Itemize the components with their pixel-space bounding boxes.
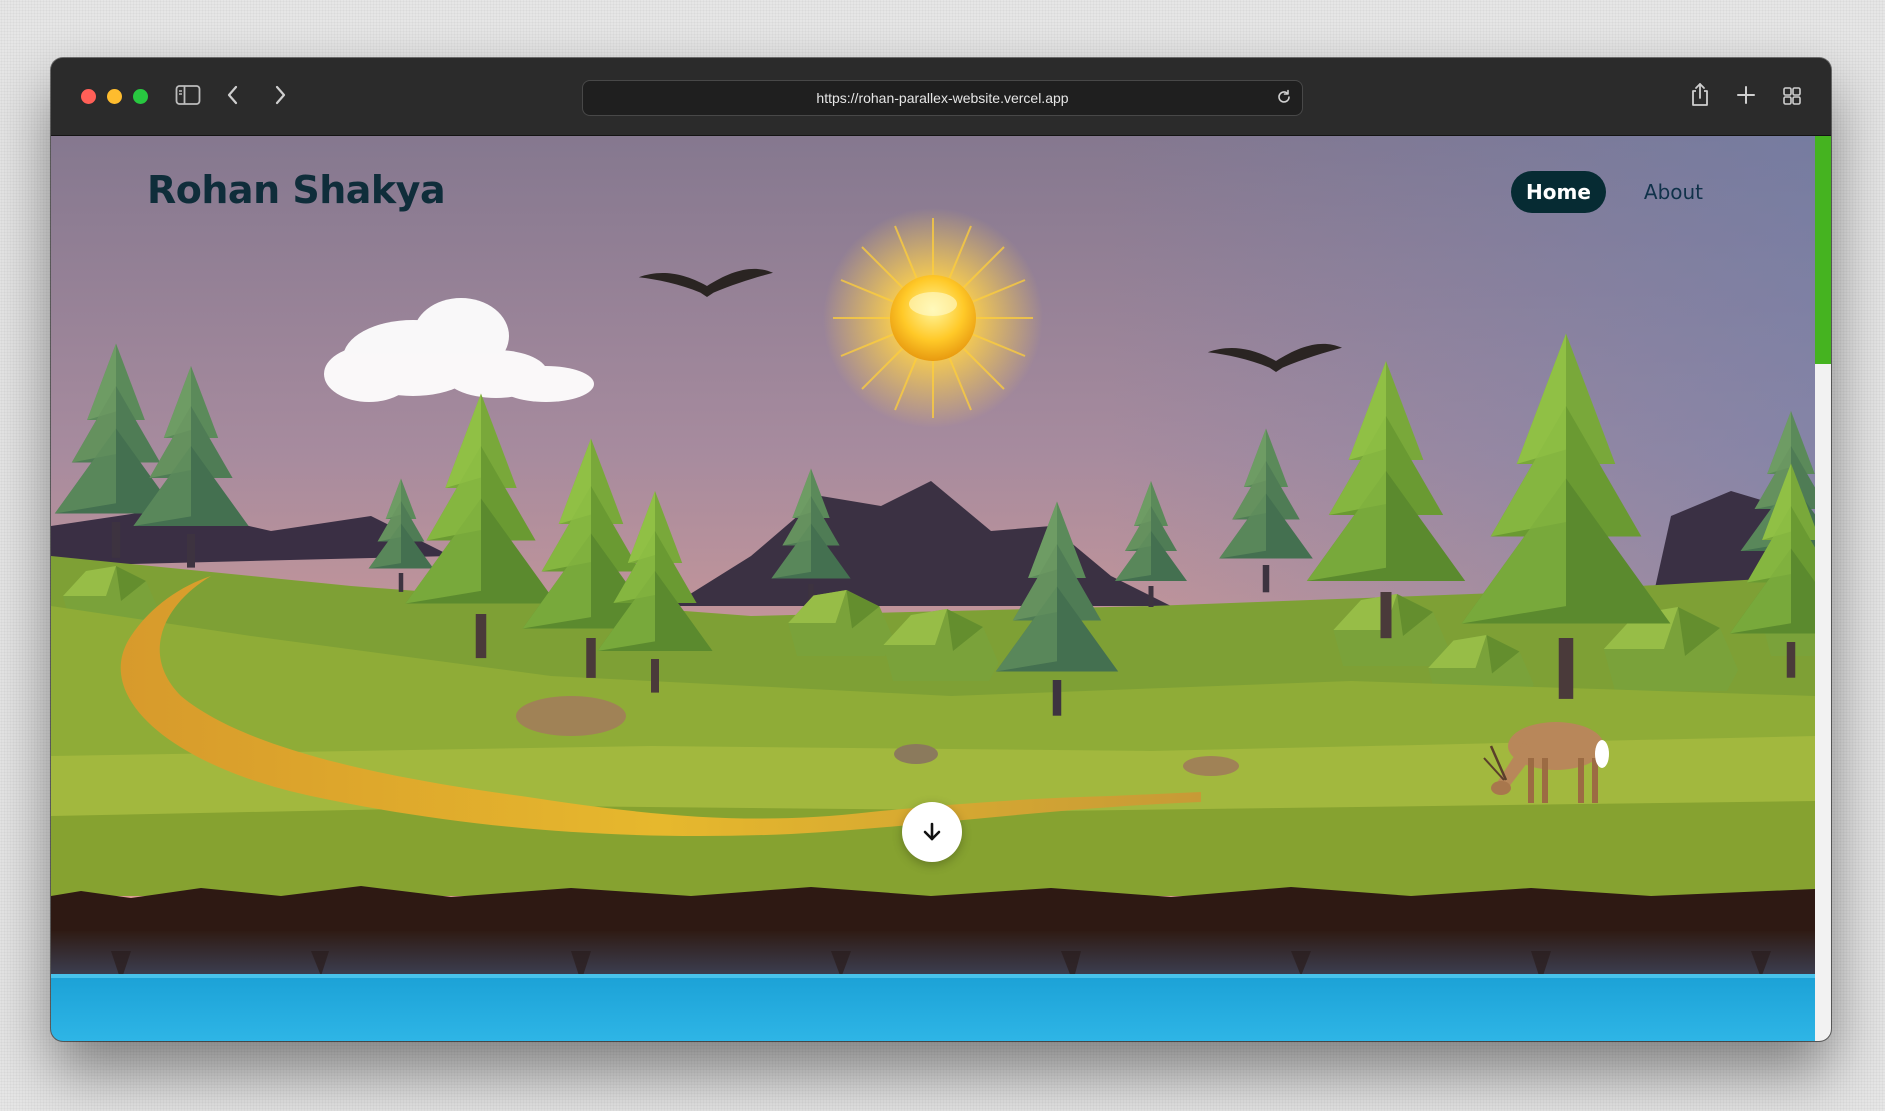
sidebar-icon[interactable] [175, 84, 201, 106]
sun-graphic [823, 208, 1043, 428]
forward-icon[interactable] [272, 84, 288, 106]
reload-icon[interactable] [1276, 89, 1292, 105]
nav-link-about[interactable]: About [1644, 180, 1703, 204]
back-icon[interactable] [225, 84, 241, 106]
scroll-down-button[interactable] [902, 802, 962, 862]
scrollbar-thumb[interactable] [1815, 136, 1831, 364]
parallax-landscape-scene [51, 136, 1815, 1041]
minimize-window-button[interactable] [107, 89, 122, 104]
nav-link-home[interactable]: Home [1511, 171, 1606, 213]
main-navigation: Home About [1511, 171, 1703, 213]
tab-overview-icon[interactable] [1782, 86, 1802, 106]
web-page-viewport: Rohan Shakya Home About [51, 136, 1831, 1041]
site-title[interactable]: Rohan Shakya [147, 168, 446, 212]
browser-toolbar: https://rohan-parallex-website.vercel.ap… [51, 58, 1831, 136]
share-icon[interactable] [1689, 82, 1711, 108]
zoom-window-button[interactable] [133, 89, 148, 104]
new-tab-icon[interactable] [1736, 85, 1756, 105]
address-bar[interactable]: https://rohan-parallex-website.vercel.ap… [582, 80, 1303, 116]
arrow-down-icon [923, 822, 941, 841]
browser-window: https://rohan-parallex-website.vercel.ap… [51, 58, 1831, 1041]
page-scrollbar[interactable] [1815, 136, 1831, 1041]
close-window-button[interactable] [81, 89, 96, 104]
url-text: https://rohan-parallex-website.vercel.ap… [816, 90, 1069, 106]
